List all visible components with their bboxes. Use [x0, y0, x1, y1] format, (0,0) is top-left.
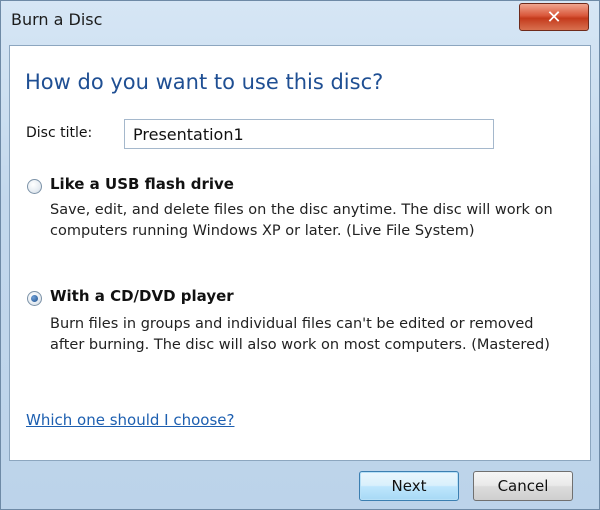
disc-title-input[interactable] [124, 119, 494, 149]
option-usb-flash-drive-label[interactable]: Like a USB flash drive [50, 175, 234, 193]
title-bar[interactable]: Burn a Disc ✕ [1, 1, 599, 45]
cancel-button[interactable]: Cancel [473, 471, 573, 501]
radio-cd-dvd-player[interactable] [27, 291, 42, 306]
option-usb-flash-drive-description: Save, edit, and delete files on the disc… [50, 202, 553, 239]
close-icon: ✕ [546, 6, 562, 28]
option-cd-dvd-player-label[interactable]: With a CD/DVD player [50, 287, 234, 305]
burn-disc-dialog: Burn a Disc ✕ How do you want to use thi… [0, 0, 600, 510]
which-one-help-link[interactable]: Which one should I choose? [26, 411, 234, 429]
dialog-footer: Next Cancel [1, 461, 599, 509]
dialog-heading: How do you want to use this disc? [25, 70, 384, 94]
next-button[interactable]: Next [359, 471, 459, 501]
close-button[interactable]: ✕ [519, 3, 589, 31]
radio-usb-flash-drive[interactable] [27, 179, 42, 194]
window-title: Burn a Disc [11, 10, 103, 29]
option-cd-dvd-player-description: Burn files in groups and individual file… [50, 316, 550, 353]
disc-title-label: Disc title: [26, 125, 93, 141]
dialog-content: How do you want to use this disc? Disc t… [9, 45, 591, 461]
